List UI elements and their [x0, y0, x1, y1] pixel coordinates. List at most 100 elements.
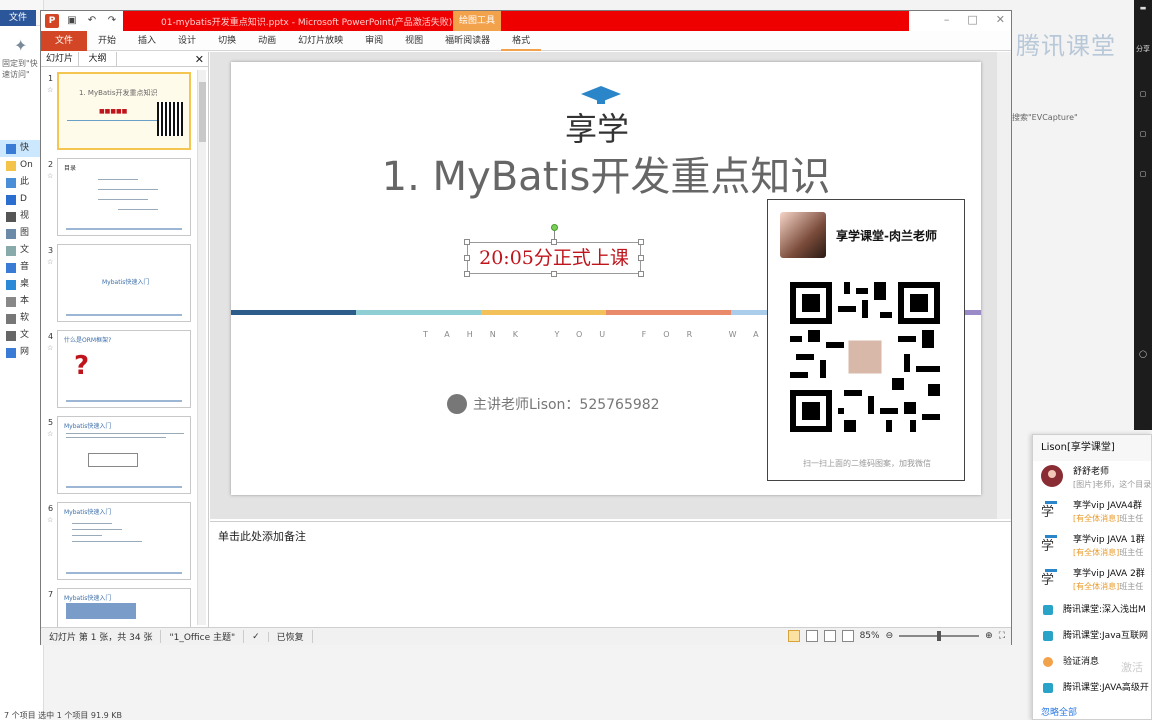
tencent-classroom-icon	[1043, 605, 1053, 615]
slide-thumbnail[interactable]: 3 ☆ Mybatis快速入门	[45, 244, 195, 324]
resize-handle[interactable]	[638, 271, 644, 277]
tab-view[interactable]: 视图	[394, 31, 434, 51]
chat-item[interactable]: 学 享学vip JAVA 2群 [有全体消息]班主任	[1033, 563, 1151, 597]
tab-foxit[interactable]: 福昕阅读器	[434, 31, 501, 51]
ignore-all-link[interactable]: 忽略全部	[1041, 705, 1077, 718]
nav-item-file[interactable]: 文	[0, 327, 44, 344]
tab-home[interactable]: 开始	[87, 31, 127, 51]
toolbar-icon-2[interactable]: ▢	[1135, 90, 1151, 98]
redo-icon[interactable]: ↷	[105, 14, 119, 28]
notes-pane[interactable]: 单击此处添加备注	[210, 521, 1011, 627]
normal-view-icon[interactable]	[787, 630, 800, 642]
tab-design[interactable]: 设计	[167, 31, 207, 51]
reading-view-icon[interactable]	[823, 630, 836, 642]
zoom-slider[interactable]	[899, 631, 980, 641]
tab-outline[interactable]: 大纲	[79, 52, 117, 66]
chat-notice-row[interactable]: 腾讯课堂:深入浅出M	[1033, 597, 1151, 623]
tencent-brand-text: 腾讯课堂	[1016, 31, 1116, 60]
slide-thumbnail[interactable]: 7 Mybatis快速入门	[45, 588, 195, 628]
nav-item-pictures[interactable]: 图	[0, 225, 44, 242]
chat-item[interactable]: 舒舒老师 [图片]老师，这个目录	[1033, 461, 1151, 495]
qr-mini	[157, 102, 183, 136]
chat-title: Lison[享学课堂]	[1033, 435, 1151, 461]
slide-thumbnail[interactable]: 5 ☆ Mybatis快速入门	[45, 416, 195, 496]
save-icon[interactable]: ▣	[65, 14, 79, 28]
toolbar-icon-5[interactable]: ◯	[1135, 350, 1151, 358]
slide-thumbnail[interactable]: 2 ☆ 目录	[45, 158, 195, 238]
chat-item[interactable]: 学 享学vip JAVA4群 [有全体消息]班主任	[1033, 495, 1151, 529]
window-controls: – □ ✕	[944, 13, 1005, 26]
nav-item-pc[interactable]: 此	[0, 174, 44, 191]
decor-stripe	[231, 310, 356, 315]
chat-notice-row[interactable]: 腾讯课堂:Java互联网	[1033, 623, 1151, 649]
maximize-icon[interactable]: □	[967, 13, 977, 26]
chat-notice-row[interactable]: 腾讯课堂:JAVA高级开	[1033, 675, 1151, 701]
explorer-nav: 快 On 此 D 视 图 文 音 桌 本 软 文 网	[0, 140, 44, 361]
nav-item-video[interactable]: 视	[0, 208, 44, 225]
nav-item-network[interactable]: 网	[0, 344, 44, 361]
zoom-out-icon[interactable]: ⊖	[886, 631, 894, 641]
pin-icon[interactable]: ✦	[14, 36, 27, 55]
toolbar-icon-4[interactable]: ▢	[1135, 170, 1151, 178]
toolbar-icon-3[interactable]: ▢	[1135, 130, 1151, 138]
decor-stripe	[356, 310, 481, 315]
wechat-qr-card: 享学课堂-肉兰老师 扫一扫上面的二维码图案，加我微信	[767, 199, 965, 481]
qr-card-header: 享学课堂-肉兰老师	[780, 212, 937, 258]
tab-slideshow[interactable]: 幻灯片放映	[287, 31, 354, 51]
panel-scrollbar[interactable]	[197, 70, 206, 625]
resize-handle[interactable]	[638, 239, 644, 245]
tab-review[interactable]: 审阅	[354, 31, 394, 51]
share-label[interactable]: 分享	[1135, 44, 1151, 54]
tencent-classroom-icon	[1043, 631, 1053, 641]
explorer-topbar: 文件	[0, 0, 43, 26]
nav-item-soft[interactable]: 软	[0, 310, 44, 327]
chat-item[interactable]: 学 享学vip JAVA 1群 [有全体消息]班主任	[1033, 529, 1151, 563]
notes-placeholder[interactable]: 单击此处添加备注	[218, 528, 306, 544]
slideshow-view-icon[interactable]	[841, 630, 854, 642]
tab-transitions[interactable]: 切换	[207, 31, 247, 51]
zoom-in-icon[interactable]: ⊕	[985, 631, 993, 641]
powerpoint-icon[interactable]: P	[45, 14, 59, 28]
toolbar-top-icon[interactable]: ▬	[1135, 4, 1151, 12]
nav-item-docs[interactable]: 文	[0, 242, 44, 259]
animation-star-icon: ☆	[47, 430, 54, 438]
class-time-textbox[interactable]: 20:05分正式上课	[467, 242, 641, 274]
tab-file[interactable]: 文件	[41, 30, 88, 51]
zoom-level[interactable]: 85%	[860, 631, 880, 641]
resize-handle[interactable]	[551, 271, 557, 277]
slide-thumbnail[interactable]: 1 ☆ 1. MyBatis开发重点知识 ■■■■■	[45, 72, 195, 152]
tab-animations[interactable]: 动画	[247, 31, 287, 51]
sorter-view-icon[interactable]	[805, 630, 818, 642]
editor-scrollbar[interactable]	[997, 52, 1011, 519]
close-panel-icon[interactable]: ✕	[195, 52, 204, 67]
computer-icon	[6, 177, 16, 188]
spellcheck-icon[interactable]: ✓	[244, 631, 269, 642]
decor-stripe	[481, 310, 606, 315]
close-icon[interactable]: ✕	[996, 13, 1005, 26]
slide-thumbnail[interactable]: 4 ☆ 什么是ORM框架? ?	[45, 330, 195, 410]
resize-handle[interactable]	[638, 255, 644, 261]
tab-slides[interactable]: 幻灯片	[41, 52, 79, 66]
tab-insert[interactable]: 插入	[127, 31, 167, 51]
rotate-handle[interactable]	[551, 224, 558, 231]
nav-item-local[interactable]: 本	[0, 293, 44, 310]
slide-title[interactable]: 1. MyBatis开发重点知识	[231, 144, 981, 202]
tab-format[interactable]: 格式	[501, 31, 542, 51]
nav-item-desktop[interactable]: 桌	[0, 276, 44, 293]
question-figure-icon: ?	[74, 351, 90, 381]
qr-caption: 扫一扫上面的二维码图案，加我微信	[803, 459, 931, 468]
minimize-icon[interactable]: –	[944, 13, 950, 26]
table-mini	[66, 603, 136, 619]
slide-thumbnail[interactable]: 6 ☆ Mybatis快速入门	[45, 502, 195, 582]
animation-star-icon: ☆	[47, 516, 54, 524]
resize-handle[interactable]	[464, 239, 470, 245]
fit-window-icon[interactable]: ⛶	[999, 631, 1005, 641]
resize-handle[interactable]	[464, 271, 470, 277]
nav-item-download[interactable]: D	[0, 191, 44, 208]
nav-item-music[interactable]: 音	[0, 259, 44, 276]
explorer-file-tab[interactable]: 文件	[0, 10, 36, 26]
nav-item-onedrive[interactable]: On	[0, 157, 44, 174]
undo-icon[interactable]: ↶	[85, 14, 99, 28]
nav-item-quick[interactable]: 快	[0, 140, 44, 157]
resize-handle[interactable]	[464, 255, 470, 261]
